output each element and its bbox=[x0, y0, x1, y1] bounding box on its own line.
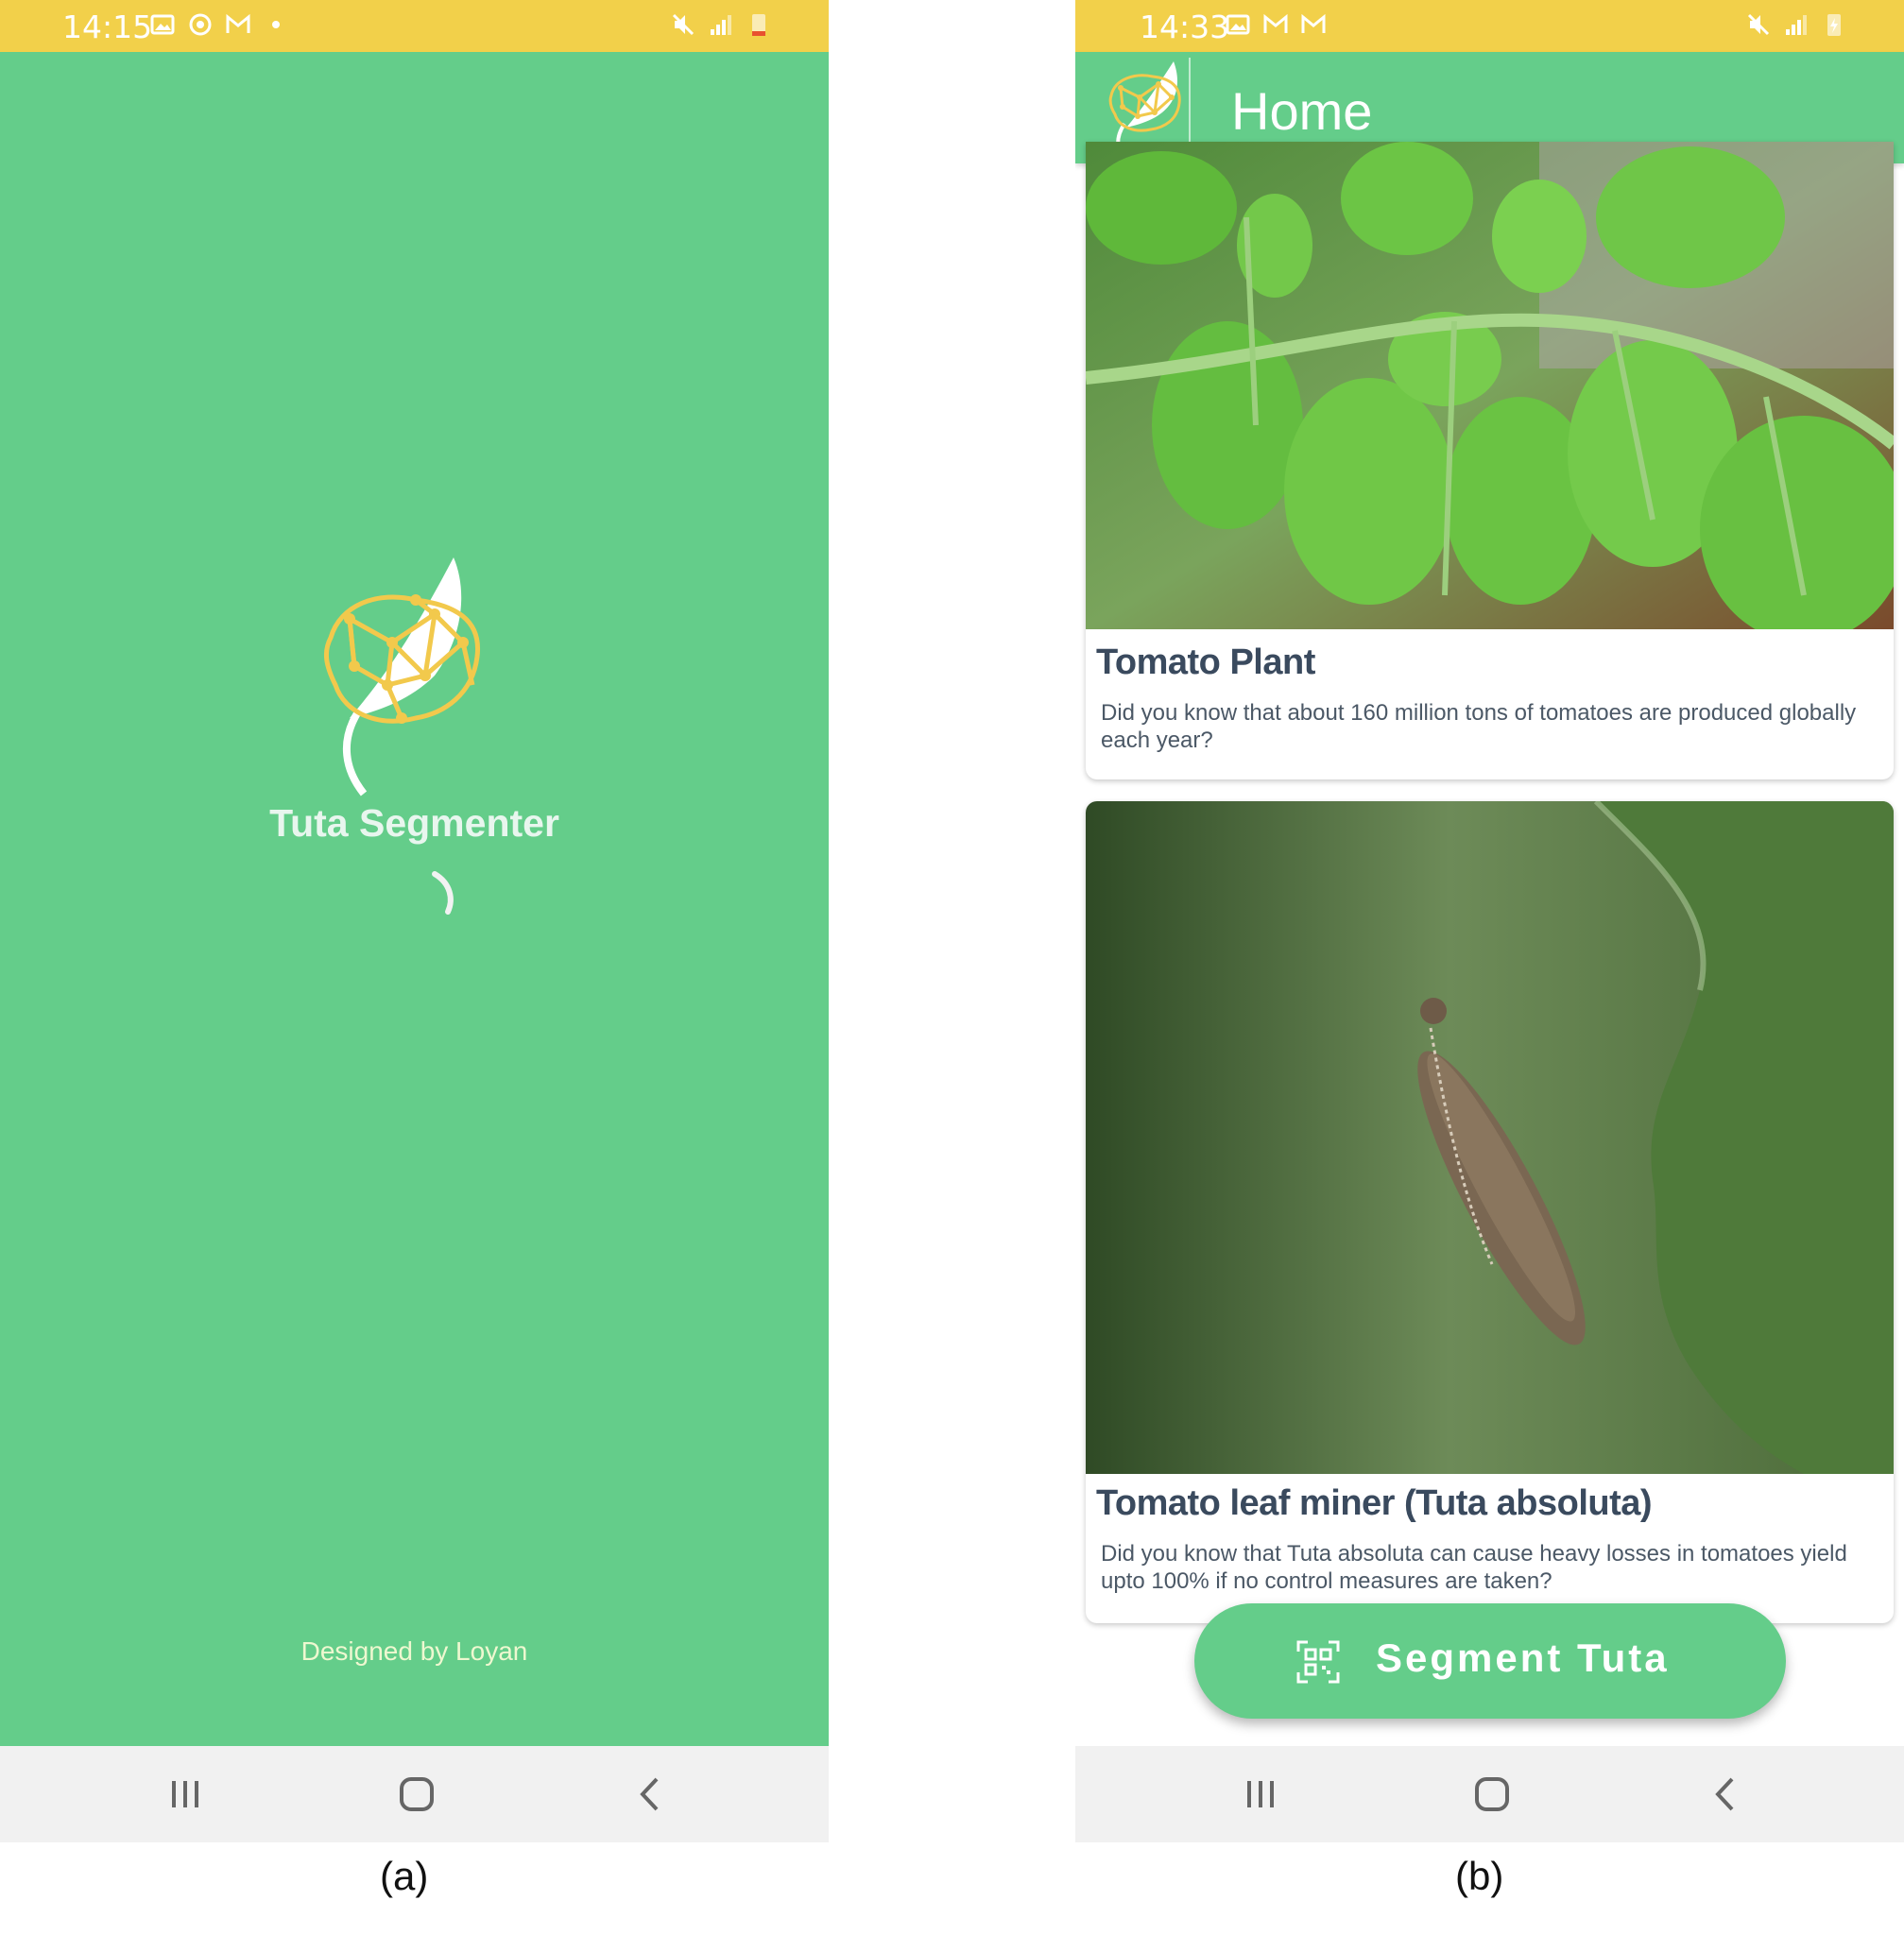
segment-tuta-button[interactable]: Segment Tuta bbox=[1194, 1603, 1786, 1719]
info-card-tuta-absoluta[interactable]: Tomato leaf miner (Tuta absoluta) Did yo… bbox=[1086, 801, 1894, 1623]
status-time: 14:33 bbox=[1140, 9, 1230, 45]
recent-apps-icon[interactable] bbox=[163, 1772, 207, 1816]
caption-a: (a) bbox=[380, 1854, 429, 1898]
caption-b: (b) bbox=[1455, 1854, 1504, 1898]
fab-label: Segment Tuta bbox=[1376, 1635, 1670, 1680]
card-description: Did you know that about 160 million tons… bbox=[1101, 700, 1857, 753]
gmail-icon bbox=[1301, 13, 1326, 33]
app-logo bbox=[323, 557, 481, 796]
image-icon bbox=[1226, 14, 1250, 35]
card-description: Did you know that Tuta absoluta can caus… bbox=[1101, 1541, 1847, 1594]
sync-icon bbox=[189, 13, 212, 36]
app-name: Tuta Segmenter bbox=[269, 801, 559, 845]
card-title: Tomato leaf miner (Tuta absoluta) bbox=[1096, 1483, 1653, 1523]
mute-icon bbox=[672, 13, 695, 36]
home-screen: 14:33 Home Tomato Plant Did you know tha… bbox=[1075, 0, 1904, 1842]
designer-credit: Designed by Loyan bbox=[300, 1636, 528, 1666]
system-nav-bar bbox=[0, 1746, 829, 1842]
splash-screen: 14:15 Tuta Segmenter Designed by Loyan bbox=[0, 0, 829, 1842]
system-nav-bar bbox=[1075, 1746, 1904, 1842]
home-icon[interactable] bbox=[1470, 1772, 1514, 1816]
mute-icon bbox=[1747, 13, 1770, 36]
signal-icon bbox=[711, 15, 731, 35]
tomato-leaves-photo bbox=[1086, 142, 1894, 629]
battery-charging-icon bbox=[1827, 14, 1841, 36]
image-icon bbox=[150, 14, 175, 35]
status-bar: 14:15 bbox=[0, 0, 829, 52]
info-card-tomato-plant[interactable]: Tomato Plant Did you know that about 160… bbox=[1086, 142, 1894, 779]
status-time: 14:15 bbox=[62, 9, 153, 45]
tuta-moth-photo bbox=[1086, 801, 1894, 1474]
page-title: Home bbox=[1231, 81, 1373, 141]
home-icon[interactable] bbox=[395, 1772, 438, 1816]
loading-spinner-icon bbox=[432, 871, 454, 915]
dot-icon bbox=[272, 21, 280, 28]
gmail-icon bbox=[1263, 13, 1288, 33]
back-icon[interactable] bbox=[628, 1772, 672, 1816]
gmail-icon bbox=[226, 13, 250, 33]
qr-scan-icon bbox=[1296, 1640, 1340, 1684]
battery-low-icon bbox=[752, 14, 765, 36]
status-bar: 14:33 bbox=[1075, 0, 1904, 52]
signal-icon bbox=[1786, 15, 1807, 35]
card-title: Tomato Plant bbox=[1096, 642, 1315, 682]
back-icon[interactable] bbox=[1704, 1772, 1747, 1816]
recent-apps-icon[interactable] bbox=[1239, 1772, 1282, 1816]
